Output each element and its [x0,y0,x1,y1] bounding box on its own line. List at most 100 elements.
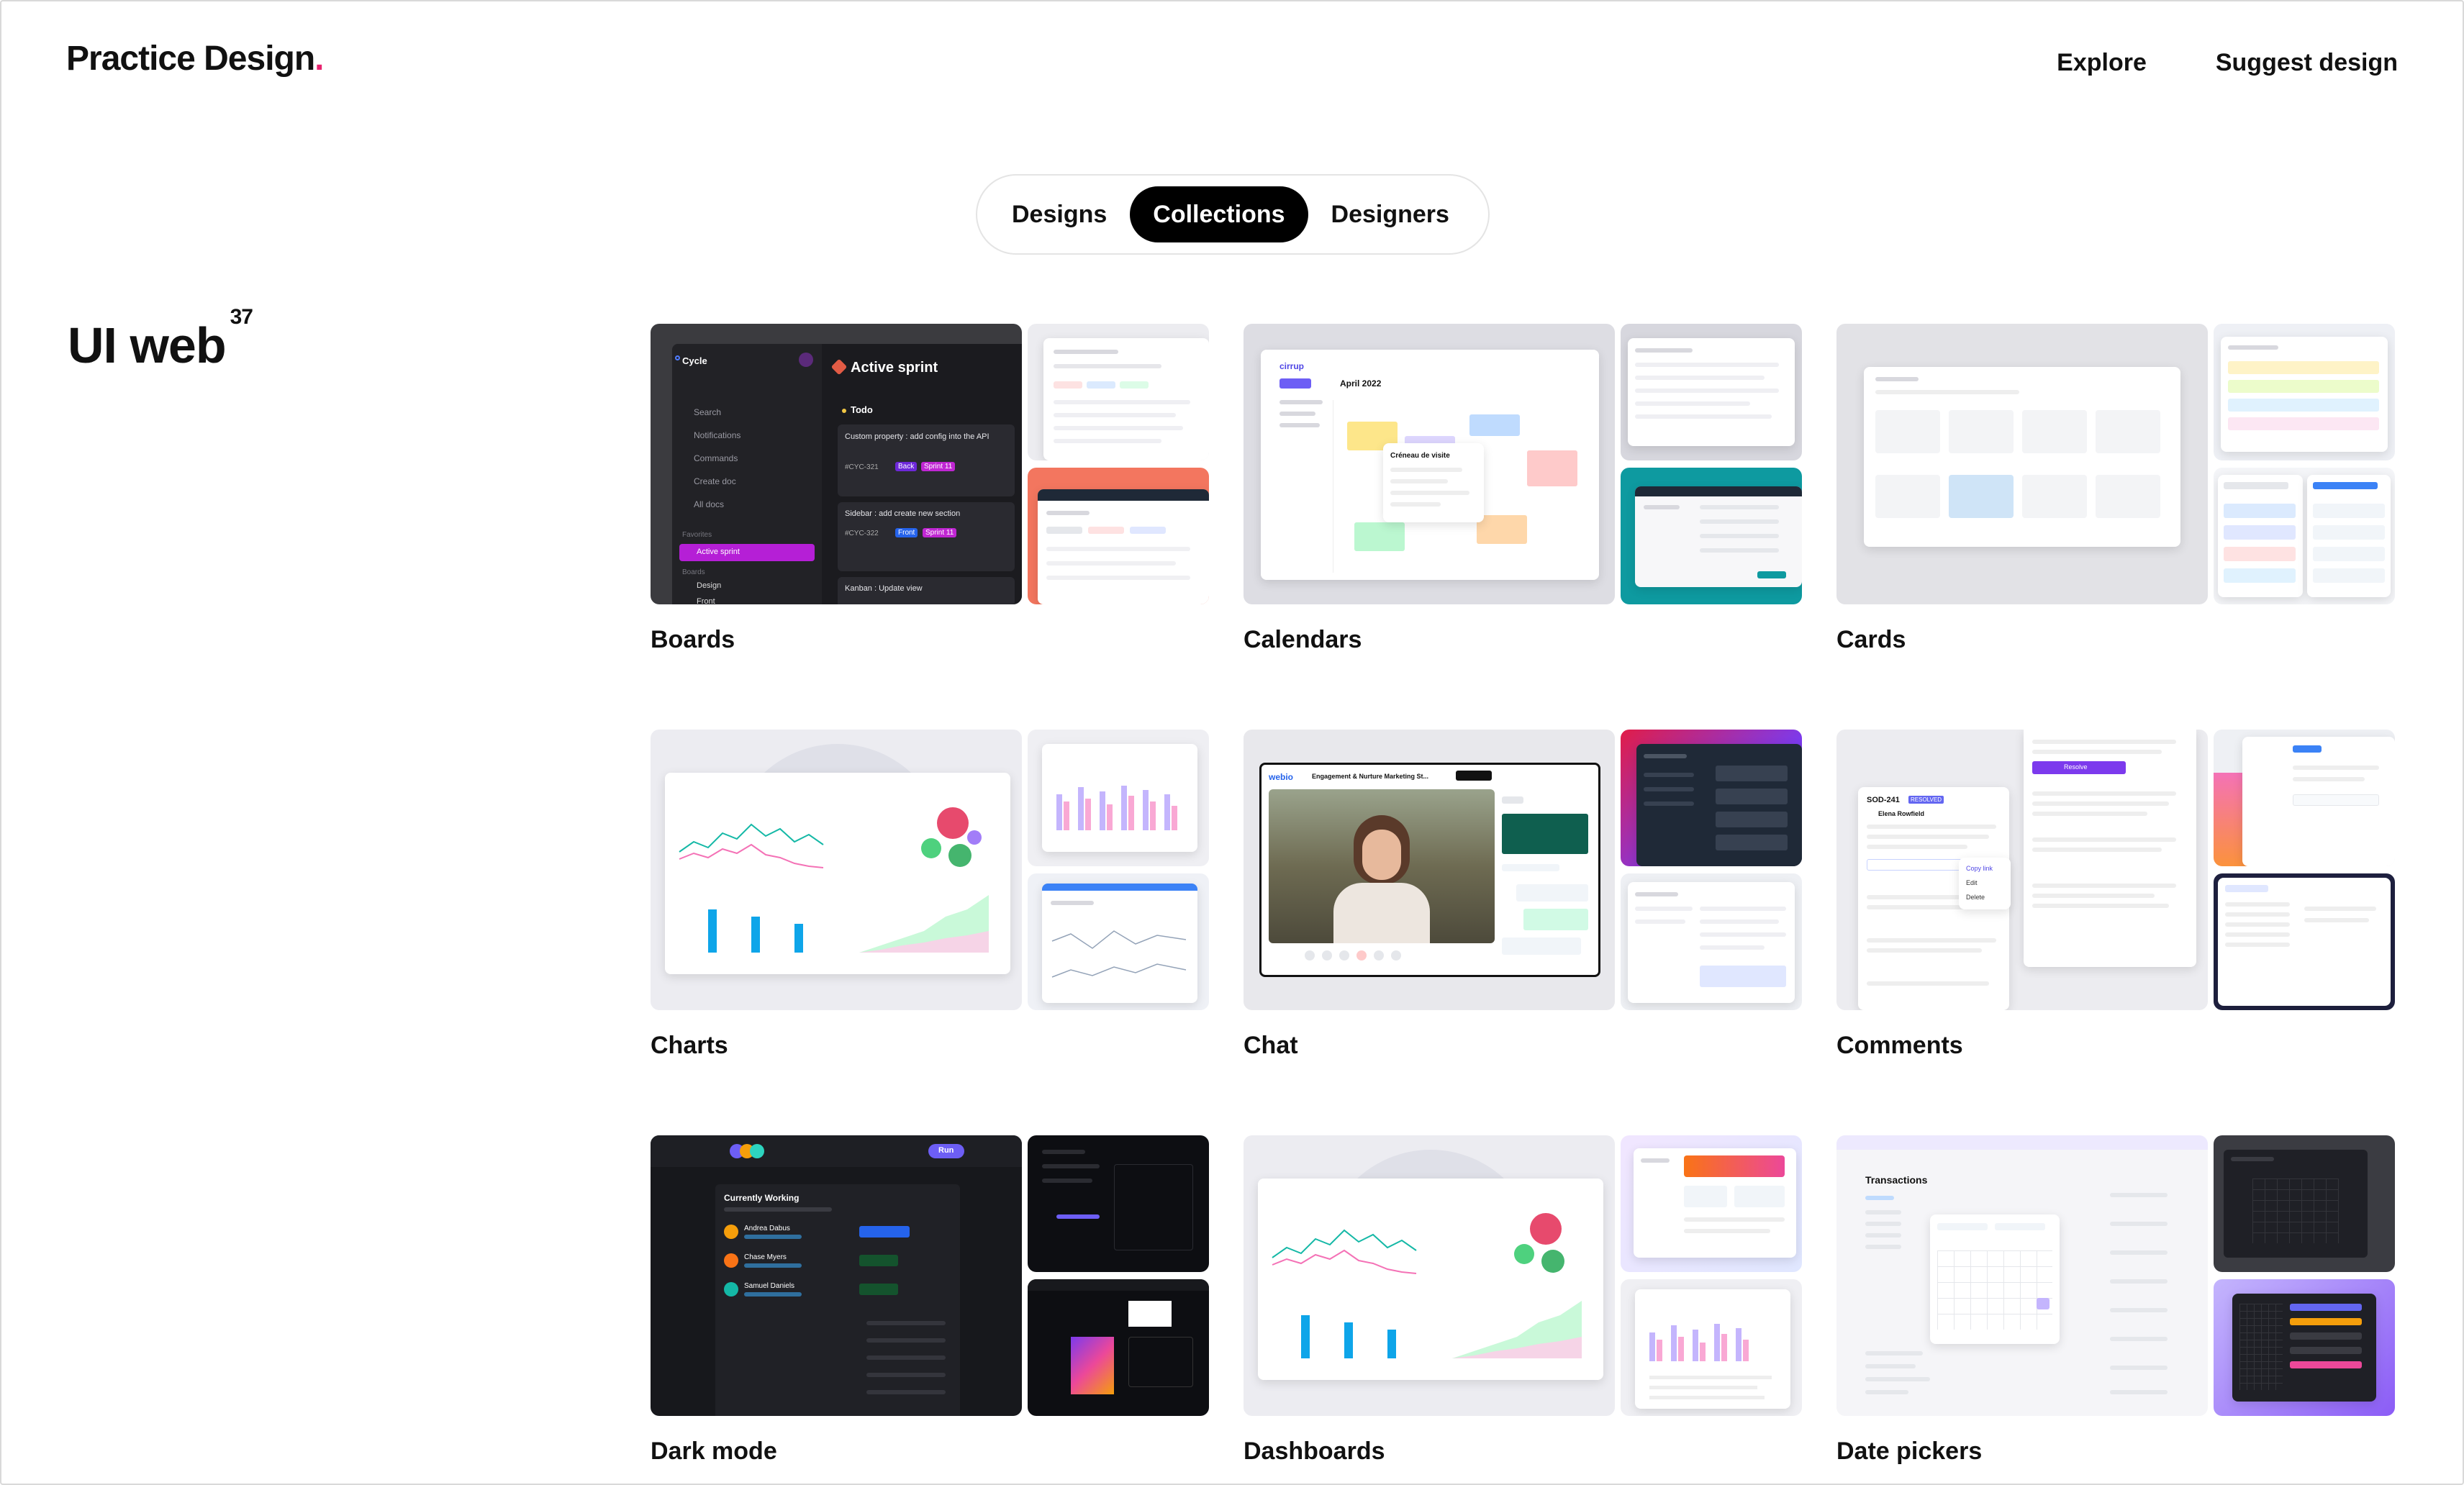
boards-heading: Active sprint [851,360,938,376]
mini-window [1038,489,1209,604]
avatar [724,1225,738,1239]
thumbnail-tertiary [2214,1279,2395,1416]
top-nav: Explore Suggest design [2057,49,2398,77]
thumbnail-tertiary [1028,468,1209,604]
thumbnail-secondary [2214,730,2395,866]
card-label[interactable]: Boards [651,626,735,654]
sidebar-item-search: Search [694,407,722,417]
collection-card-dark-mode[interactable]: Run Currently Working Andrea Dabus Chase… [651,1135,1209,1465]
sidebar-item-all-docs: All docs [694,499,725,509]
collection-card-calendars[interactable]: cirrup April 2022 Créneau de visite Cale… [1244,324,1802,653]
thumbnail-secondary [1028,324,1209,460]
sidebar-item-commands: Commands [694,453,738,463]
avatar [724,1282,738,1296]
task-title: Custom property : add config into the AP… [845,432,989,441]
card-label[interactable]: Chat [1244,1032,1298,1060]
collection-card-comments[interactable]: SOD-241 RESOLVED Elena Rowfield Copy lin… [1836,730,2395,1059]
card-thumbnails [651,730,1209,1010]
thumbnail-secondary [1028,730,1209,866]
thumbnail-main: Cycle Search Notifications Commands Crea… [651,324,1022,604]
mini-window [2232,1294,2376,1402]
card-label[interactable]: Date pickers [1836,1438,1982,1466]
logo-dot: . [314,40,324,78]
thumbnail-main: SOD-241 RESOLVED Elena Rowfield Copy lin… [1836,730,2208,1010]
date-picker-popup [1930,1214,2060,1344]
collection-card-date-pickers[interactable]: Transactions Date pickers [1836,1135,2395,1465]
task-tag: Sprint 11 [921,462,956,471]
workspace-name: Cycle [682,355,707,366]
collection-card-dashboards[interactable]: Dashboards [1244,1135,1802,1465]
rocket-icon [830,358,848,376]
card-thumbnails: webio Engagement & Nurture Marketing St.… [1244,730,1802,1010]
collection-card-charts[interactable]: Charts [651,730,1209,1059]
workspace-icon [675,355,680,360]
collection-card-boards[interactable]: Cycle Search Notifications Commands Crea… [651,324,1209,653]
card-thumbnails: Transactions [1836,1135,2395,1416]
mini-window [1628,882,1795,1003]
card-label[interactable]: Cards [1836,626,1906,654]
task-card: Custom property : add config into the AP… [838,424,1015,496]
tab-collections[interactable]: Collections [1130,186,1308,242]
panel-heading: Currently Working [724,1193,800,1203]
thumbnail-tertiary [2214,468,2395,604]
mini-window [1042,744,1197,852]
chart-sketch [679,807,989,953]
event-popup-title: Créneau de visite [1390,452,1450,460]
run-button: Run [938,1146,954,1155]
boards-sidebar: Cycle Search Notifications Commands Crea… [672,344,822,604]
calendar-month: April 2022 [1340,378,1382,389]
avatar [750,1144,764,1158]
comment-menu: Copy link Edit Delete [1959,858,2011,909]
comment-author: Elena Rowfield [1878,810,1925,817]
chat-window: webio Engagement & Nurture Marketing St.… [1259,763,1600,977]
avatar [724,1253,738,1268]
calendar-window: cirrup April 2022 Créneau de visite [1261,350,1599,580]
todo-group-label: Todo [851,404,873,415]
mini-window [1628,338,1795,446]
mini-window [2242,737,2395,866]
todo-dot-icon [842,409,846,413]
task-title: Kanban : Update view [845,584,923,593]
section-title: UI web37 [68,304,253,373]
mini-window [1864,367,2180,547]
card-label[interactable]: Dashboards [1244,1438,1385,1466]
thumbnail-main [651,730,1022,1010]
card-label[interactable]: Charts [651,1032,728,1060]
menu-item-delete: Delete [1966,894,1985,901]
card-thumbnails [1836,324,2395,604]
mini-window [1634,1148,1796,1258]
dashboard-chart-sketch [1272,1213,1582,1358]
card-thumbnails: Cycle Search Notifications Commands Crea… [651,324,1209,604]
sidebar-item-notifications: Notifications [694,430,741,440]
nav-suggest-design-link[interactable]: Suggest design [2216,49,2398,77]
user-name: Chase Myers [744,1253,787,1261]
video-controls [1305,950,1456,965]
card-thumbnails: cirrup April 2022 Créneau de visite [1244,324,1802,604]
nav-explore-link[interactable]: Explore [2057,49,2147,77]
mini-window [2218,475,2303,597]
thumbnail-tertiary [1028,873,1209,1010]
comment-thread: Resolve [2024,730,2196,967]
menu-item-copy-link: Copy link [1966,865,1993,872]
collection-card-cards[interactable]: Cards [1836,324,2395,653]
site-logo[interactable]: Practice Design. [66,39,325,78]
thumbnail-tertiary [1621,1279,1802,1416]
card-label[interactable]: Dark mode [651,1438,777,1466]
thumbnail-tertiary [1028,1279,1209,1416]
task-tag: Back [895,462,918,471]
boards-main: Active sprint Todo Custom property : add… [822,344,1022,604]
browser-frame: Practice Design. Explore Suggest design … [0,0,2464,1485]
task-tag: Sprint 11 [923,528,957,537]
card-label[interactable]: Calendars [1244,626,1362,654]
task-id: #CYC-322 [845,530,879,537]
card-label[interactable]: Comments [1836,1032,1963,1060]
sidebar-item-active-sprint: Active sprint [697,548,740,556]
card-thumbnails: SOD-241 RESOLVED Elena Rowfield Copy lin… [1836,730,2395,1010]
card-thumbnails: Run Currently Working Andrea Dabus Chase… [651,1135,1209,1416]
thumbnail-tertiary [2214,873,2395,1010]
tab-designers[interactable]: Designers [1308,186,1472,242]
tab-designs[interactable]: Designs [989,186,1130,242]
collection-card-chat[interactable]: webio Engagement & Nurture Marketing St.… [1244,730,1802,1059]
thumbnail-secondary [2214,1135,2395,1272]
task-card: Sidebar : add create new section #CYC-32… [838,502,1015,571]
